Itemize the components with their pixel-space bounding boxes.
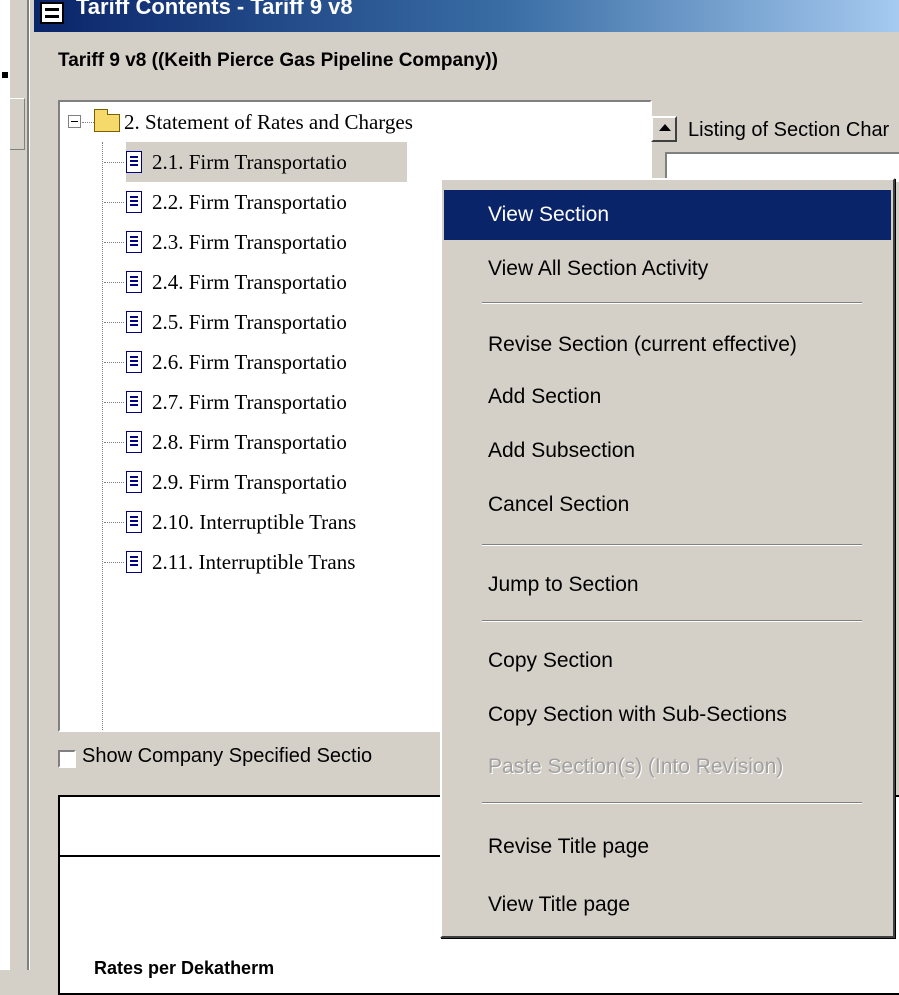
window-title-bar[interactable]: Tariff Contents - Tariff 9 v8 (34, 0, 899, 32)
menu-item[interactable]: Add Subsection (444, 426, 891, 476)
menu-item[interactable]: Add Section (444, 372, 891, 422)
tree-item-label: 2.2. Firm Transportatio (152, 189, 347, 214)
tree-item-label: 2.5. Firm Transportatio (152, 309, 347, 334)
menu-item[interactable]: Jump to Section (444, 560, 891, 610)
menu-item[interactable]: View Title page (444, 880, 891, 930)
tree-item[interactable]: 2.2. Firm Transportatio (126, 182, 347, 222)
rates-label: Rates per Dekatherm (94, 958, 275, 978)
tree-item[interactable]: 2.1. Firm Transportatio (126, 142, 407, 182)
window-list-icon[interactable] (40, 2, 64, 24)
tree-item-label: 2.1. Firm Transportatio (152, 149, 347, 174)
document-icon (126, 431, 142, 453)
document-icon (126, 311, 142, 333)
menu-item[interactable]: Revise Title page (444, 822, 891, 872)
menu-item[interactable]: Copy Section (444, 636, 891, 686)
tree-item[interactable]: 2.7. Firm Transportatio (126, 382, 347, 422)
menu-separator (482, 802, 862, 804)
tree-node-label: 2. Statement of Rates and Charges (124, 109, 413, 134)
tree-item-label: 2.8. Firm Transportatio (152, 429, 347, 454)
document-icon (126, 151, 142, 173)
document-icon (126, 351, 142, 373)
context-menu: View Section View All Section Activity Rev… (440, 178, 895, 938)
menu-separator (482, 302, 862, 304)
collapse-toggle-icon[interactable] (68, 115, 81, 128)
tree-item[interactable]: 2.6. Firm Transportatio (126, 342, 347, 382)
tree-item-label: 2.9. Firm Transportatio (152, 469, 347, 494)
document-icon (126, 191, 142, 213)
tree-item-label: 2.6. Firm Transportatio (152, 349, 347, 374)
tree-item[interactable]: 2.4. Firm Transportatio (126, 262, 347, 302)
menu-item[interactable]: View All Section Activity (444, 244, 891, 294)
tree-item-label: 2.3. Firm Transportatio (152, 229, 347, 254)
preview-divider (58, 855, 458, 857)
tree-item[interactable]: 2.8. Firm Transportatio (126, 422, 347, 462)
menu-item[interactable]: Cancel Section (444, 480, 891, 530)
tree-node-parent[interactable]: 2. Statement of Rates and Charges (124, 102, 413, 142)
menu-item: Paste Section(s) (Into Revision) (488, 755, 784, 778)
tree-item[interactable]: 2.3. Firm Transportatio (126, 222, 347, 262)
document-icon (126, 471, 142, 493)
left-panel-tab[interactable] (10, 98, 25, 150)
tariff-heading: Tariff 9 v8 ((Keith Pierce Gas Pipeline … (58, 50, 498, 71)
menu-item[interactable]: Copy Section with Sub-Sections (444, 690, 891, 740)
document-icon (126, 231, 142, 253)
menu-item[interactable]: Revise Section (current effective) (444, 320, 891, 370)
document-icon (126, 271, 142, 293)
menu-separator (482, 620, 862, 622)
tree-item[interactable]: 2.9. Firm Transportatio (126, 462, 347, 502)
window-title: Tariff Contents - Tariff 9 v8 (76, 0, 353, 19)
document-icon (126, 511, 142, 533)
show-company-sections-label: Show Company Specified Sectio (82, 745, 373, 767)
tree-item[interactable]: 2.5. Firm Transportatio (126, 302, 347, 342)
left-window-edge (0, 0, 34, 970)
tree-item[interactable]: 2.11. Interruptible Trans (126, 542, 355, 582)
tree-item-label: 2.7. Firm Transportatio (152, 389, 347, 414)
document-icon (126, 391, 142, 413)
tree-item-label: 2.4. Firm Transportatio (152, 269, 347, 294)
menu-item[interactable]: View Section (444, 190, 891, 240)
tree-item-label: 2.10. Interruptible Trans (152, 509, 357, 534)
scroll-up-button[interactable] (651, 116, 677, 142)
listing-label: Listing of Section Char (688, 119, 890, 141)
menu-separator (482, 544, 862, 546)
tree-item-label: 2.11. Interruptible Trans (152, 549, 356, 574)
tree-item[interactable]: 2.10. Interruptible Trans (126, 502, 356, 542)
show-company-sections-checkbox[interactable] (58, 750, 76, 768)
document-icon (126, 551, 142, 573)
open-folder-icon (94, 109, 120, 132)
